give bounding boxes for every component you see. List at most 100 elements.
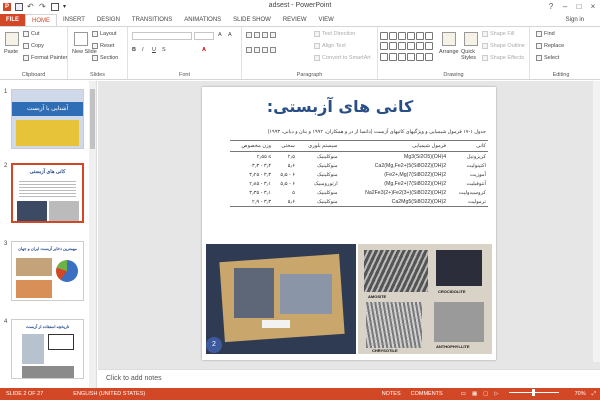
- shape-icon[interactable]: [416, 52, 424, 61]
- tab-home[interactable]: HOME: [25, 14, 57, 26]
- select-button[interactable]: Select: [536, 55, 559, 61]
- close-button[interactable]: ×: [586, 0, 600, 14]
- thumbnail-2-image[interactable]: کانی های آزبستی: [11, 163, 84, 223]
- minerals-table[interactable]: وزن مخصوص سختی سیستم بلوری فرمول شیمیایی…: [230, 140, 488, 207]
- bold-button[interactable]: B: [132, 47, 136, 53]
- shape-icon[interactable]: [389, 32, 397, 40]
- notes-placeholder[interactable]: Click to add notes: [106, 375, 162, 382]
- quick-styles-button[interactable]: Quick Styles: [461, 49, 483, 61]
- shape-icon[interactable]: [398, 32, 406, 40]
- shape-icon[interactable]: [416, 32, 424, 40]
- tab-review[interactable]: REVIEW: [277, 14, 313, 26]
- layout-button[interactable]: Layout: [92, 31, 117, 37]
- current-slide[interactable]: کانی های آزبستی: جدول ۱-۱۷ فرمول شیمیایی…: [202, 87, 496, 360]
- font-name-box[interactable]: [132, 32, 192, 40]
- scrollbar-thumb[interactable]: [90, 89, 95, 149]
- italic-button[interactable]: I: [142, 47, 144, 53]
- bullets-button[interactable]: [246, 32, 276, 38]
- thumbnails-scrollbar[interactable]: [89, 81, 96, 388]
- table-caption[interactable]: جدول ۱-۱۷ فرمول شیمیایی و ویژگیهای کانیه…: [232, 129, 486, 135]
- tab-slide-show[interactable]: SLIDE SHOW: [227, 14, 277, 26]
- shrink-font-button[interactable]: A: [228, 32, 232, 38]
- shapes-gallery[interactable]: [380, 32, 434, 62]
- shape-icon[interactable]: [380, 42, 388, 51]
- quick-styles-icon[interactable]: [464, 32, 478, 46]
- minimize-button[interactable]: –: [558, 0, 572, 14]
- table-cell: ۲٫۹ - ۳٫۳: [230, 197, 274, 207]
- format-painter-button[interactable]: Format Painter: [23, 55, 67, 61]
- shape-icon[interactable]: [416, 42, 424, 51]
- thumbnail-1-image[interactable]: آشنایی با آزبست: [11, 89, 84, 149]
- thumbnail-3-image[interactable]: مهمترین ذخایر آزبست ایران و جهان: [11, 241, 84, 301]
- fit-to-window-icon[interactable]: ⤢: [592, 391, 596, 398]
- copy-button[interactable]: Copy: [23, 43, 44, 49]
- language-indicator[interactable]: ENGLISH (UNITED STATES): [73, 391, 145, 397]
- arrange-button[interactable]: Arrange: [439, 49, 459, 55]
- shape-fill-button[interactable]: Shape Fill: [482, 31, 514, 37]
- font-color-button[interactable]: A: [202, 47, 206, 53]
- slide-title[interactable]: کانی های آزبستی:: [202, 97, 478, 116]
- paste-icon[interactable]: [5, 32, 19, 46]
- sign-in-link[interactable]: Sign in: [566, 14, 584, 26]
- font-size-box[interactable]: [194, 32, 214, 40]
- tab-design[interactable]: DESIGN: [91, 14, 126, 26]
- shape-icon[interactable]: [389, 42, 397, 51]
- shape-icon[interactable]: [389, 52, 397, 61]
- text-direction-button[interactable]: Text Direction: [314, 31, 355, 37]
- tab-view[interactable]: VIEW: [313, 14, 340, 26]
- notes-pane[interactable]: Click to add notes: [98, 369, 600, 388]
- normal-view-icon[interactable]: ▭: [461, 391, 466, 397]
- tab-insert[interactable]: INSERT: [57, 14, 91, 26]
- shape-icon[interactable]: [407, 52, 415, 61]
- align-buttons[interactable]: [246, 47, 276, 53]
- tab-file[interactable]: FILE: [0, 14, 25, 26]
- new-slide-icon[interactable]: [74, 32, 88, 46]
- zoom-slider[interactable]: [505, 388, 569, 400]
- asbestos-box-photo[interactable]: [206, 244, 356, 354]
- slide-sorter-icon[interactable]: ▦: [472, 391, 477, 397]
- asbestos-types-photo[interactable]: AMOSITE CROCIDOLITE CHRYSOTILE ANTHOPHYL…: [358, 244, 492, 354]
- section-button[interactable]: Section: [92, 55, 118, 61]
- replace-button[interactable]: Replace: [536, 43, 564, 49]
- slideshow-icon[interactable]: ▷: [494, 391, 498, 397]
- anthophyllite-sample: [434, 302, 484, 342]
- zoom-handle[interactable]: [531, 389, 535, 396]
- notes-button[interactable]: NOTES: [382, 391, 401, 397]
- editing-label: Editing: [552, 72, 570, 78]
- find-button[interactable]: Find: [536, 31, 555, 37]
- shape-effects-button[interactable]: Shape Effects: [482, 55, 524, 61]
- header-crystal-system: سیستم بلوری: [297, 140, 340, 152]
- shape-icon[interactable]: [380, 32, 388, 40]
- tab-transitions[interactable]: TRANSITIONS: [126, 14, 178, 26]
- underline-button[interactable]: U: [152, 47, 156, 53]
- maximize-button[interactable]: □: [572, 0, 586, 14]
- table-cell: ۵٫۶: [287, 162, 296, 169]
- cut-button[interactable]: Cut: [23, 31, 40, 37]
- replace-label: Replace: [544, 43, 565, 49]
- help-button[interactable]: ?: [544, 0, 558, 14]
- shape-icon[interactable]: [380, 52, 388, 61]
- shape-icon[interactable]: [425, 32, 433, 40]
- shape-icon[interactable]: [398, 42, 406, 51]
- paste-button[interactable]: Paste: [4, 49, 18, 55]
- shadow-button[interactable]: S: [162, 47, 166, 53]
- shape-icon[interactable]: [407, 42, 415, 51]
- convert-smartart-button[interactable]: Convert to SmartArt: [314, 55, 371, 61]
- table-cell: کروسیدولیت: [458, 189, 486, 196]
- tab-animations[interactable]: ANIMATIONS: [178, 14, 227, 26]
- shape-icon[interactable]: [407, 32, 415, 40]
- zoom-level[interactable]: 70%: [575, 391, 586, 397]
- slide-vertical-scrollbar[interactable]: [593, 81, 600, 362]
- reset-button[interactable]: Reset: [92, 43, 114, 49]
- thumbnail-4-image[interactable]: تاریخچه استفاده از آزبست: [11, 319, 84, 379]
- shape-icon[interactable]: [398, 52, 406, 61]
- grow-font-button[interactable]: A: [218, 32, 222, 38]
- align-text-button[interactable]: Align Text: [314, 43, 346, 49]
- shape-icon[interactable]: [425, 52, 433, 61]
- comments-button[interactable]: COMMENTS: [411, 391, 443, 397]
- shape-outline-button[interactable]: Shape Outline: [482, 43, 525, 49]
- reading-view-icon[interactable]: ▢: [483, 391, 488, 397]
- shape-icon[interactable]: [425, 42, 433, 51]
- arrange-icon[interactable]: [442, 32, 456, 46]
- section-label: Section: [100, 55, 119, 61]
